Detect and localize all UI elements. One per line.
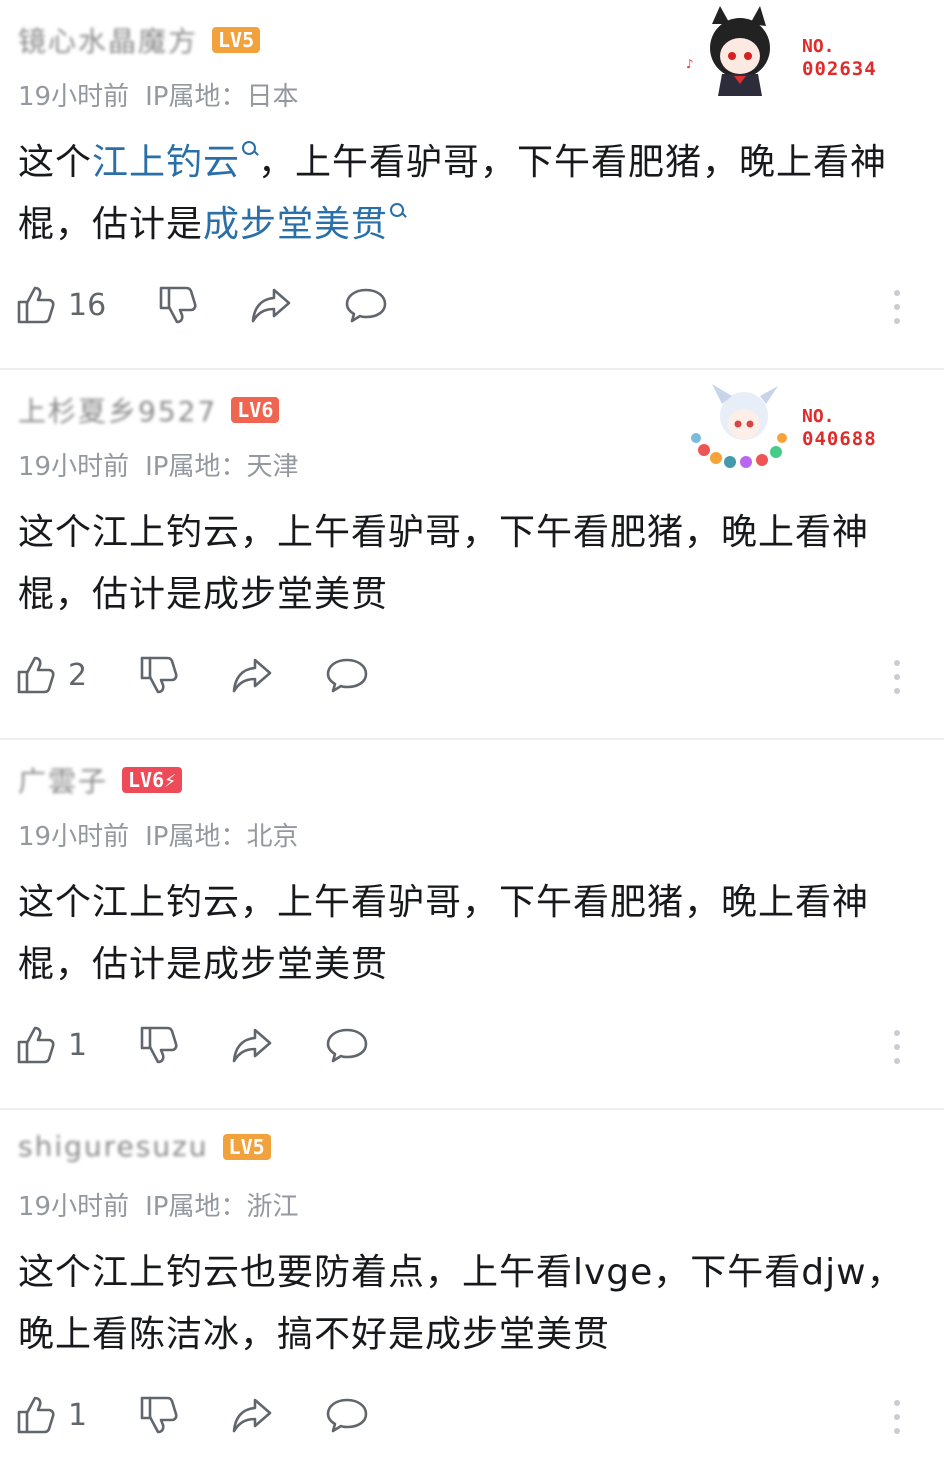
more-vertical-icon[interactable] [894, 1030, 900, 1072]
thumbs-down-icon [140, 1026, 178, 1064]
fan-badge: ♪ NO. 002634 [674, 0, 944, 100]
badge-no-value: 002634 [802, 58, 877, 80]
thumbs-up-icon [17, 1396, 55, 1434]
ip-location: IP属地：天津 [145, 452, 299, 482]
comment-actions: 16 [16, 284, 440, 326]
share-button[interactable] [231, 1395, 273, 1435]
comment-time: 19小时前 [18, 822, 130, 852]
comment-content: 这个江上钓云，上午看驴哥，下午看肥猪，晚上看神棍，估计是成步堂美贯 [18, 872, 918, 996]
content-text: 这个江上钓云，上午看驴哥，下午看肥猪，晚上看神棍，估计是成步堂美贯 [18, 512, 870, 615]
dislike-button[interactable] [139, 654, 179, 696]
comment-header: 上杉夏乡9527 LV6 [18, 390, 280, 430]
comment-bubble-icon [326, 658, 368, 693]
comment-bubble-icon [326, 1028, 368, 1063]
reply-button[interactable] [325, 1395, 369, 1435]
reply-button[interactable] [344, 285, 388, 325]
thumbs-up-icon [17, 1026, 55, 1064]
comment-time: 19小时前 [18, 452, 130, 482]
comment-meta: 19小时前 IP属地：北京 [18, 816, 298, 853]
more-vertical-icon[interactable] [894, 660, 900, 702]
comment-bubble-icon [326, 1398, 368, 1433]
like-count: 1 [68, 1027, 88, 1063]
user-level-badge: LV5 [212, 27, 261, 53]
thumbs-up-icon [17, 286, 55, 324]
reply-button[interactable] [325, 1025, 369, 1065]
share-arrow-icon [251, 288, 291, 323]
more-vertical-icon[interactable] [894, 1400, 900, 1442]
dislike-button[interactable] [139, 1394, 179, 1436]
like-button[interactable]: 1 [16, 1394, 87, 1436]
comment-meta: 19小时前 IP属地：天津 [18, 446, 298, 483]
comment-item: 广雲子 LV6⚡ 19小时前 IP属地：北京 这个江上钓云，上午看驴哥，下午看肥猪… [0, 740, 944, 1110]
comment-content: 这个江上钓云，上午看驴哥，下午看肥猪，晚上看神棍，估计是成步堂美贯 [18, 132, 918, 256]
reply-button[interactable] [325, 655, 369, 695]
content-text: 这个江上钓云，上午看驴哥，下午看肥猪，晚上看神棍，估计是成步堂美贯 [18, 882, 870, 985]
username[interactable]: 上杉夏乡9527 [18, 390, 217, 430]
share-arrow-icon [232, 1028, 272, 1063]
thumbs-down-icon [140, 1396, 178, 1434]
comment-item: shiguresuzu LV5 19小时前 IP属地：浙江 这个江上钓云也要防着点… [0, 1110, 944, 1480]
ip-location: IP属地：浙江 [145, 1192, 299, 1222]
svg-text:♪: ♪ [686, 57, 694, 71]
comment-time: 19小时前 [18, 82, 130, 112]
ip-location: IP属地：北京 [145, 822, 299, 852]
like-count: 2 [68, 657, 88, 693]
share-button[interactable] [231, 655, 273, 695]
like-button[interactable]: 2 [16, 654, 87, 696]
comment-bubble-icon [345, 288, 387, 323]
user-level-badge: LV5 [222, 1133, 271, 1160]
username[interactable]: shiguresuzu [18, 1130, 209, 1163]
content-text: 这个 [18, 142, 93, 183]
badge-number: NO. 002634 [802, 36, 877, 80]
fan-badge: NO. 040688 [674, 370, 944, 470]
comment-header: shiguresuzu LV5 [18, 1130, 271, 1163]
comment-actions: 1 [16, 1394, 421, 1436]
cat-girl-avatar-icon: ♪ [686, 6, 770, 96]
like-count: 16 [68, 287, 107, 323]
comment-actions: 1 [16, 1024, 421, 1066]
comment-list: 镜心水晶魔方 LV5 19小时前 IP属地：日本 这个江上钓云 ，上午看驴哥，下午看… [0, 0, 944, 1480]
like-button[interactable]: 16 [16, 284, 106, 326]
share-arrow-icon [232, 1398, 272, 1433]
comment-header: 广雲子 LV6⚡ [18, 760, 183, 800]
search-icon [242, 139, 258, 161]
thumbs-down-icon [140, 656, 178, 694]
thumbs-up-icon [17, 656, 55, 694]
share-button[interactable] [231, 1025, 273, 1065]
comment-meta: 19小时前 IP属地：浙江 [18, 1186, 298, 1223]
badge-no-label: NO. [802, 406, 835, 427]
comment-item: 镜心水晶魔方 LV5 19小时前 IP属地：日本 这个江上钓云 ，上午看驴哥，下午看… [0, 0, 944, 370]
share-arrow-icon [232, 658, 272, 693]
badge-no-value: 040688 [802, 428, 877, 450]
username[interactable]: 广雲子 [18, 760, 108, 800]
comment-header: 镜心水晶魔方 LV5 [18, 20, 261, 60]
user-level-badge: LV6 [231, 397, 280, 423]
comment-content: 这个江上钓云也要防着点，上午看lvge，下午看djw，晚上看陈洁冰，搞不好是成步… [18, 1242, 918, 1366]
badge-no-label: NO. [802, 36, 835, 57]
comment-item: 上杉夏乡9527 LV6 19小时前 IP属地：天津 这个江上钓云，上午看驴哥，下… [0, 370, 944, 740]
dislike-button[interactable] [139, 1024, 179, 1066]
flower-girl-avatar-icon [691, 384, 787, 468]
comment-content: 这个江上钓云，上午看驴哥，下午看肥猪，晚上看神棍，估计是成步堂美贯 [18, 502, 918, 626]
dislike-button[interactable] [158, 284, 198, 326]
comment-meta: 19小时前 IP属地：日本 [18, 76, 298, 113]
like-count: 1 [68, 1397, 88, 1433]
content-text: 这个江上钓云也要防着点，上午看lvge，下午看djw，晚上看陈洁冰，搞不好是成步… [18, 1252, 904, 1355]
search-icon [390, 201, 406, 223]
like-button[interactable]: 1 [16, 1024, 87, 1066]
username[interactable]: 镜心水晶魔方 [18, 20, 198, 60]
user-level-badge: LV6⚡ [122, 767, 183, 793]
keyword-link[interactable]: 成步堂美贯 [203, 201, 406, 245]
more-vertical-icon[interactable] [894, 290, 900, 332]
comment-actions: 2 [16, 654, 421, 696]
thumbs-down-icon [159, 286, 197, 324]
ip-location: IP属地：日本 [145, 82, 299, 112]
badge-number: NO. 040688 [802, 406, 877, 450]
keyword-link[interactable]: 江上钓云 [92, 139, 258, 183]
comment-time: 19小时前 [18, 1192, 130, 1222]
share-button[interactable] [250, 285, 292, 325]
